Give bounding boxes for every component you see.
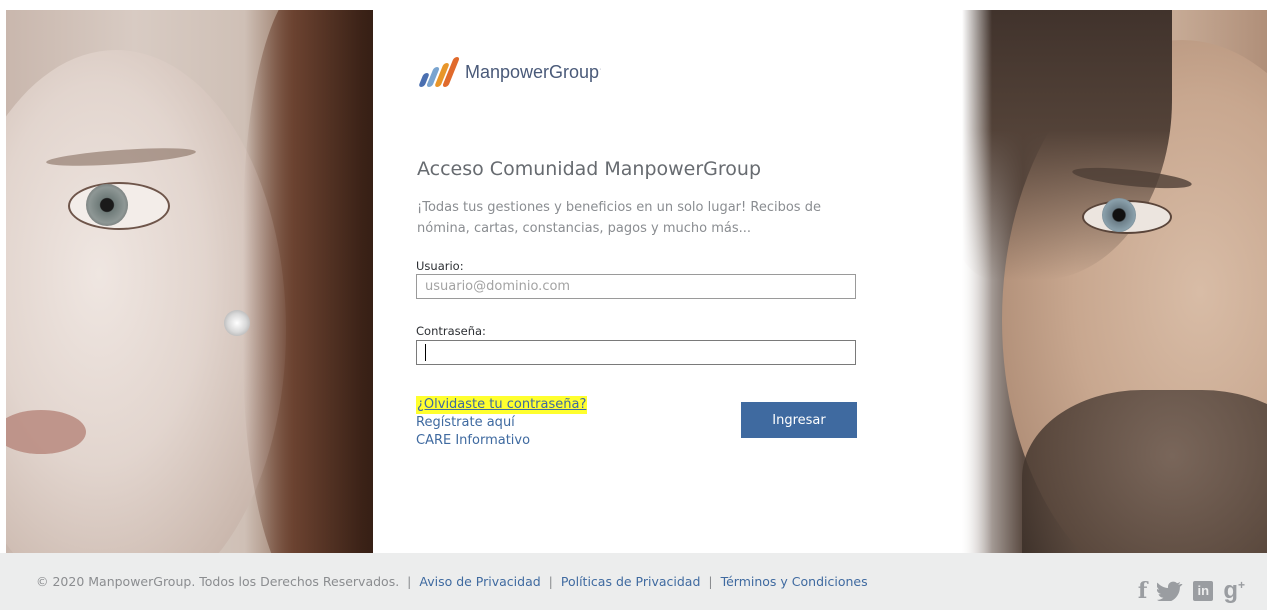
care-informativo-link[interactable]: CARE Informativo xyxy=(416,432,587,450)
text-caret xyxy=(425,344,426,361)
woman-portrait-image xyxy=(6,10,373,553)
page-footer: © 2020 ManpowerGroup. Todos los Derechos… xyxy=(0,553,1267,610)
footer-legal: © 2020 ManpowerGroup. Todos los Derechos… xyxy=(36,574,868,589)
privacy-notice-link[interactable]: Aviso de Privacidad xyxy=(419,574,540,589)
facebook-icon[interactable]: f xyxy=(1138,578,1147,604)
linkedin-icon[interactable]: in xyxy=(1193,581,1214,601)
login-links: ¿Olvidaste tu contraseña? Regístrate aqu… xyxy=(416,396,588,450)
page-title: Acceso Comunidad ManpowerGroup xyxy=(417,158,762,180)
username-input[interactable] xyxy=(416,274,856,299)
manpowergroup-logo: ManpowerGroup· xyxy=(417,55,601,89)
privacy-policies-link[interactable]: Políticas de Privacidad xyxy=(561,574,701,589)
login-submit-button[interactable]: Ingresar xyxy=(741,402,857,438)
login-description: ¡Todas tus gestiones y beneficios en un … xyxy=(417,200,821,236)
username-label: Usuario: xyxy=(416,259,464,273)
register-link[interactable]: Regístrate aquí xyxy=(416,414,587,432)
twitter-icon[interactable] xyxy=(1157,581,1183,603)
forgot-password-link[interactable]: ¿Olvidaste tu contraseña? xyxy=(416,396,588,414)
login-page: ManpowerGroup· Acceso Comunidad Manpower… xyxy=(0,0,1267,610)
social-links: f in g+ xyxy=(1138,577,1245,605)
googleplus-icon[interactable]: g+ xyxy=(1223,577,1245,605)
password-input[interactable] xyxy=(416,340,856,365)
manpowergroup-logo-mark-icon xyxy=(417,55,461,89)
password-label: Contraseña: xyxy=(416,324,486,338)
man-portrait-image xyxy=(962,10,1267,553)
logo-wordmark: ManpowerGroup· xyxy=(465,61,602,82)
terms-conditions-link[interactable]: Términos y Condiciones xyxy=(721,574,868,589)
copyright-text: © 2020 ManpowerGroup. Todos los Derechos… xyxy=(36,574,400,589)
